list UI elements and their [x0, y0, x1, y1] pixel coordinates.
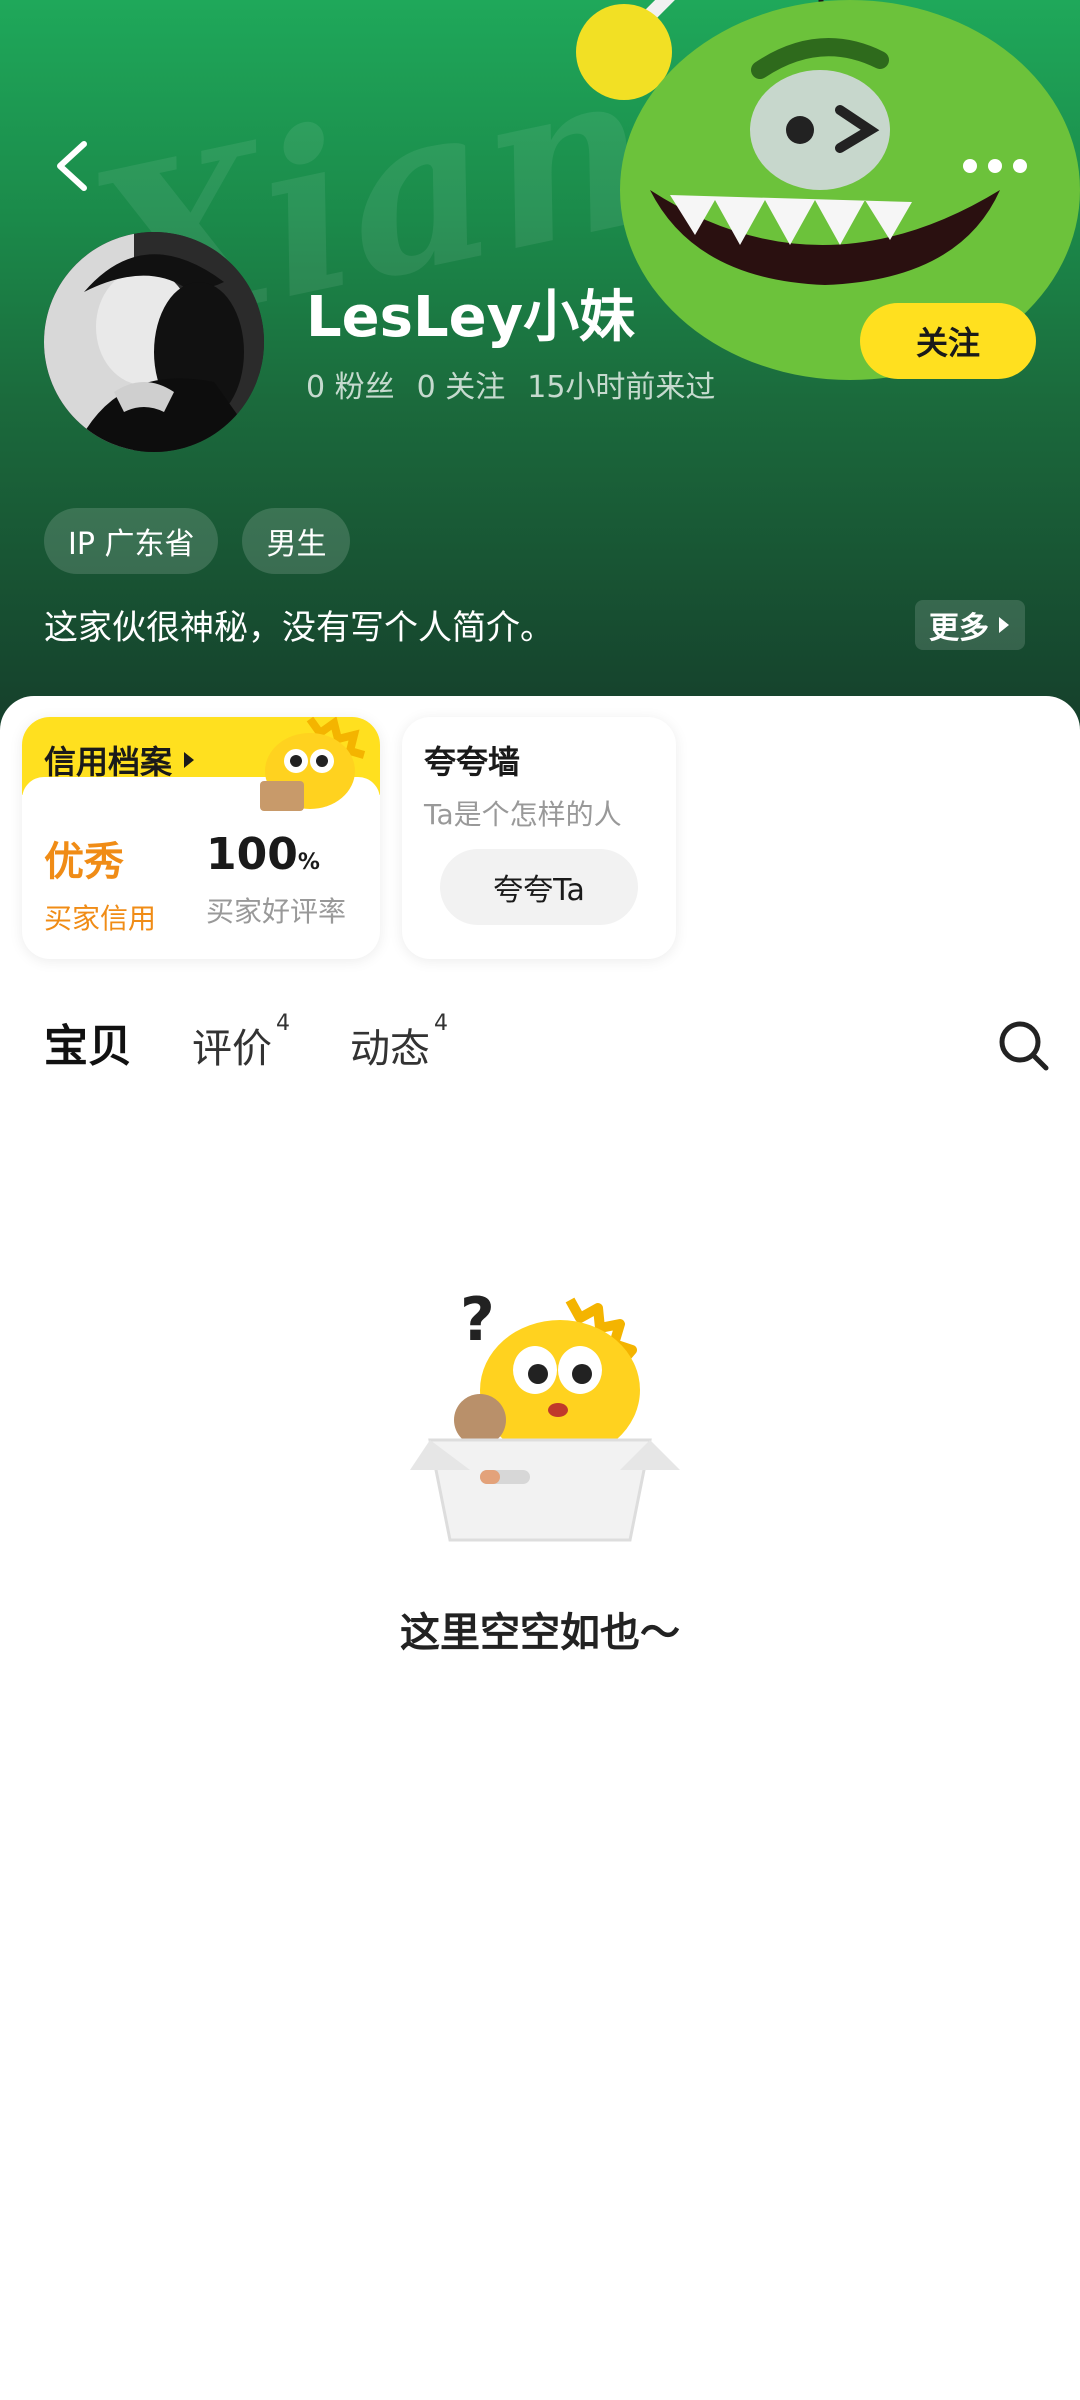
user-stats: 0 粉丝 0 关注 15小时前来过	[306, 362, 715, 406]
credit-profile-card[interactable]: 信用档案 优秀 买家信用 100% 买家好评率	[22, 717, 380, 959]
more-label: 更多	[929, 611, 989, 646]
tab-items[interactable]: 宝贝	[44, 1010, 132, 1074]
praise-rate-value: 100%	[206, 829, 320, 880]
gender-tag: 男生	[242, 508, 351, 574]
tab-activity[interactable]: 动态4	[350, 1011, 448, 1074]
follow-button[interactable]: 关注	[860, 303, 1036, 379]
back-icon[interactable]	[44, 130, 104, 200]
buyer-praise-rate: 100% 买家好评率	[206, 829, 346, 930]
avatar-photo	[44, 232, 264, 452]
triangle-right-icon	[184, 752, 195, 768]
profile-tags: IP 广东省 男生	[44, 508, 351, 574]
following-count[interactable]: 0 关注	[417, 362, 506, 406]
credit-rating-label: 买家信用	[44, 902, 157, 935]
tab-reviews[interactable]: 评价4	[192, 1011, 290, 1074]
more-button[interactable]: 更多	[915, 600, 1025, 650]
praise-button[interactable]: 夸夸Ta	[440, 849, 638, 925]
credit-rating: 优秀	[44, 839, 124, 885]
buyer-credit: 优秀 买家信用	[44, 829, 156, 937]
bio-text: 这家伙很神秘，没有写个人简介。	[44, 608, 554, 648]
triangle-right-icon	[999, 617, 1009, 633]
username: LesLey小妹	[306, 285, 636, 350]
fish-mascot-icon	[260, 717, 366, 811]
praise-wall-card[interactable]: 夸夸墙 Ta是个怎样的人 夸夸Ta	[402, 717, 676, 959]
profile-tabs: 宝贝 评价4 动态4	[44, 1010, 448, 1074]
more-dots-icon[interactable]	[960, 146, 1030, 186]
ip-location-tag: IP 广东省	[44, 508, 219, 574]
empty-box-mascot-illustration: ?	[410, 1285, 680, 1542]
empty-state-message: 这里空空如也～	[400, 1610, 680, 1656]
fans-count[interactable]: 0 粉丝	[306, 362, 395, 406]
praise-wall-subtitle: Ta是个怎样的人	[424, 798, 622, 831]
last-seen: 15小时前来过	[527, 370, 716, 405]
avatar[interactable]	[44, 232, 264, 452]
praise-wall-title: 夸夸墙	[424, 743, 521, 781]
credit-title: 信用档案	[44, 737, 196, 783]
svg-text:?: ?	[460, 1285, 495, 1355]
search-icon[interactable]	[996, 1018, 1050, 1072]
praise-rate-label: 买家好评率	[206, 895, 347, 928]
